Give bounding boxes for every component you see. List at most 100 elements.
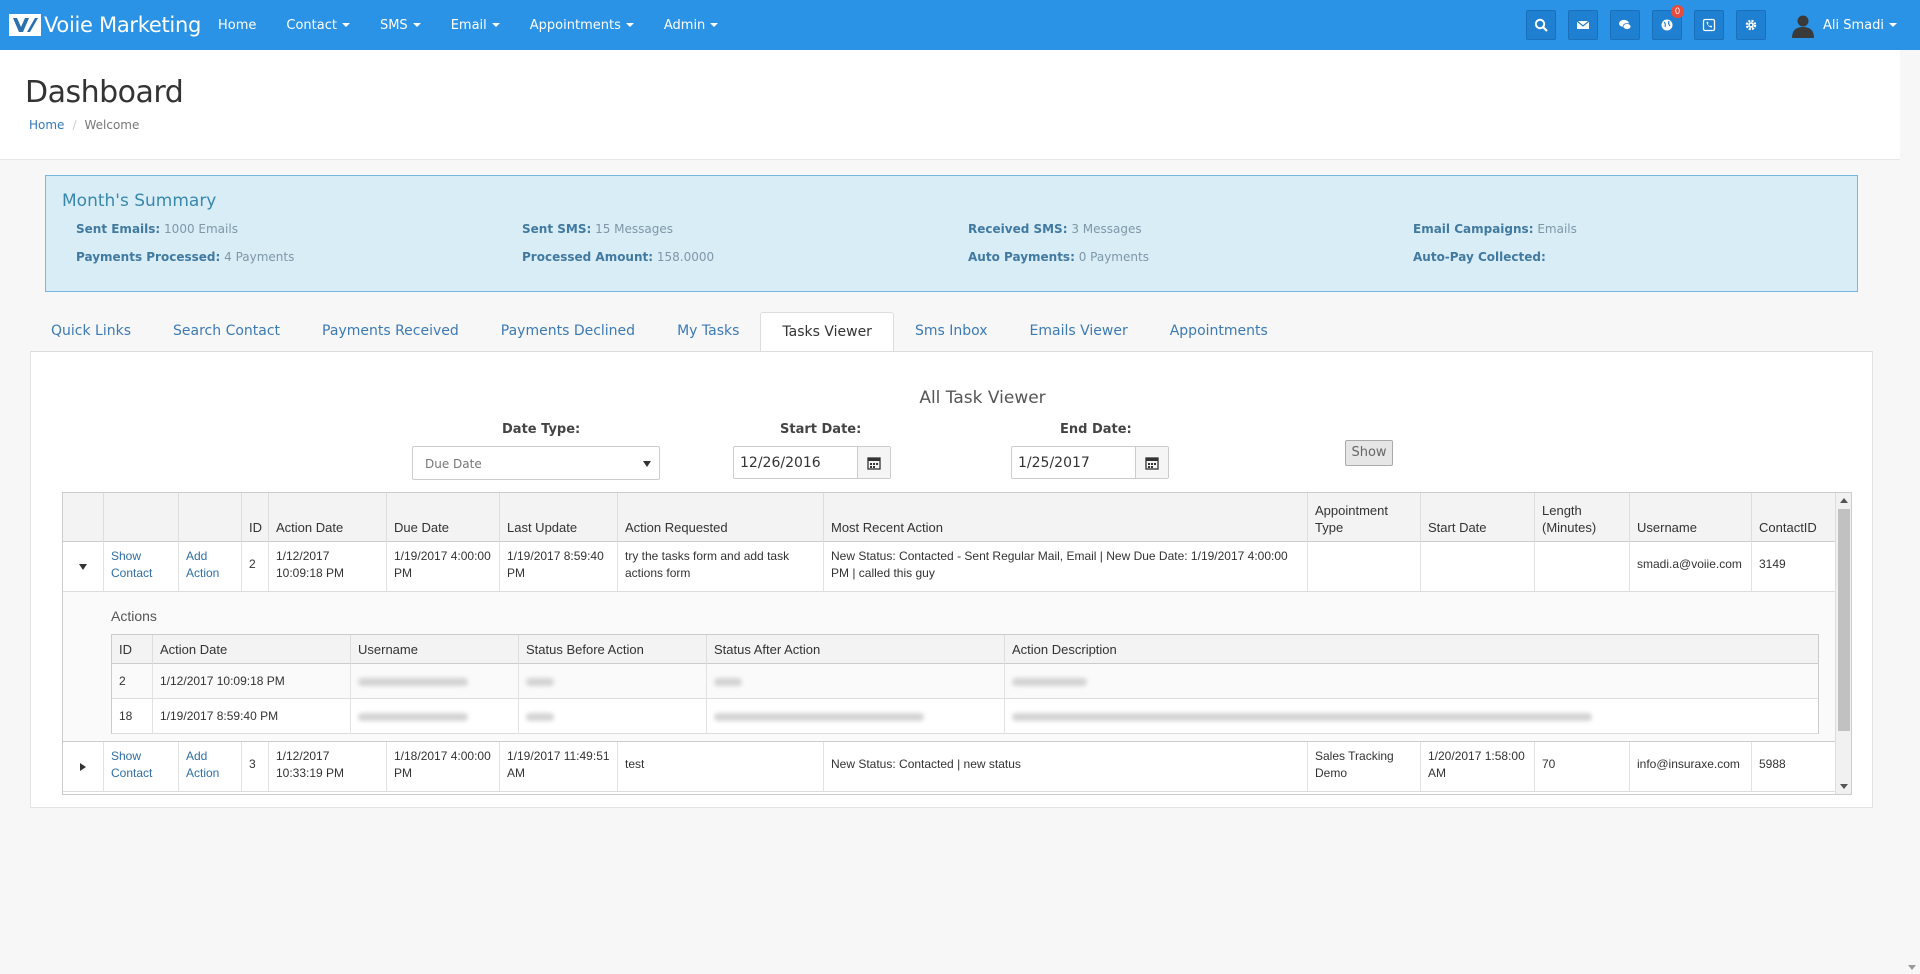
phone-icon xyxy=(1702,18,1716,32)
add-action-link[interactable]: Add Action xyxy=(186,549,219,580)
tab-my-tasks[interactable]: My Tasks xyxy=(656,312,760,352)
scroll-down-icon[interactable] xyxy=(1840,784,1848,789)
grid-header: ID Action Date Due Date Last Update Acti… xyxy=(63,493,1835,542)
cell-action-date: 1/12/2017 10:09:18 PM xyxy=(269,542,387,591)
tab-emails-viewer[interactable]: Emails Viewer xyxy=(1009,312,1149,352)
subheader-username[interactable]: Username xyxy=(351,635,519,664)
nav-home[interactable]: Home xyxy=(218,18,256,33)
caret-down-icon xyxy=(79,563,87,570)
brand[interactable]: Voiie Marketing xyxy=(9,8,201,42)
start-date-calendar-button[interactable] xyxy=(858,447,890,478)
table-row: Show Contact Add Action 3 1/12/2017 10:3… xyxy=(63,742,1835,792)
caret-right-icon xyxy=(80,762,86,771)
nav-icon-bar: 0 xyxy=(1526,5,1778,40)
page-scrollbar[interactable] xyxy=(1903,50,1920,974)
gear-icon xyxy=(1745,19,1757,31)
cell-id: 2 xyxy=(242,542,269,591)
table-row: Show Contact Add Action 2 1/12/2017 10:0… xyxy=(63,542,1835,592)
envelope-icon xyxy=(1576,20,1590,29)
header-username[interactable]: Username xyxy=(1630,493,1752,542)
tab-quick-links[interactable]: Quick Links xyxy=(30,312,152,352)
header-length[interactable]: Length (Minutes) xyxy=(1535,493,1630,542)
chevron-down-icon xyxy=(643,461,651,467)
subcell-description-redacted xyxy=(1005,699,1818,734)
cell-username: smadi.a@voiie.com xyxy=(1630,542,1752,591)
tab-search-contact[interactable]: Search Contact xyxy=(152,312,301,352)
row-expander[interactable] xyxy=(63,742,104,791)
cell-appointment-type xyxy=(1308,542,1421,591)
subcell-status-before-redacted xyxy=(519,664,707,699)
caret-down-icon xyxy=(710,23,719,27)
subheader-action-date[interactable]: Action Date xyxy=(153,635,351,664)
cell-due-date: 1/18/2017 4:00:00 PM xyxy=(387,742,500,791)
subcell-action-date: 1/19/2017 8:59:40 PM xyxy=(153,699,351,734)
header-contact-id[interactable]: ContactID xyxy=(1752,493,1835,542)
grid-scroll-thumb[interactable] xyxy=(1838,509,1850,731)
show-contact-link[interactable]: Show Contact xyxy=(111,549,152,580)
subheader-action-description[interactable]: Action Description xyxy=(1005,635,1818,664)
cell-length: 70 xyxy=(1535,742,1630,791)
nav-sms[interactable]: SMS xyxy=(380,18,421,33)
breadcrumb-separator: / xyxy=(72,118,77,132)
subcell-description-redacted xyxy=(1005,664,1818,699)
search-button[interactable] xyxy=(1526,10,1556,40)
scroll-up-icon[interactable] xyxy=(1840,498,1848,503)
notifications-button[interactable]: 0 xyxy=(1652,5,1684,40)
add-action-link[interactable]: Add Action xyxy=(186,749,219,780)
tab-sms-inbox[interactable]: Sms Inbox xyxy=(894,312,1009,352)
scroll-down-icon[interactable] xyxy=(1908,965,1916,970)
settings-button[interactable] xyxy=(1736,10,1766,40)
cell-last-update: 1/19/2017 8:59:40 PM xyxy=(500,542,618,591)
subcell-action-date: 1/12/2017 10:09:18 PM xyxy=(153,664,351,699)
start-date-input[interactable]: 12/26/2016 xyxy=(734,447,858,478)
subheader-status-before[interactable]: Status Before Action xyxy=(519,635,707,664)
subcell-username-redacted xyxy=(351,664,519,699)
globe-icon xyxy=(1661,19,1673,31)
actions-subgrid: ID Action Date Username Status Before Ac… xyxy=(111,634,1819,734)
show-contact-link[interactable]: Show Contact xyxy=(111,749,152,780)
header-add-action xyxy=(179,493,242,542)
tab-tasks-viewer[interactable]: Tasks Viewer xyxy=(760,312,894,352)
nav-email[interactable]: Email xyxy=(451,18,500,33)
nav-admin[interactable]: Admin xyxy=(664,18,719,33)
header-action-date[interactable]: Action Date xyxy=(269,493,387,542)
breadcrumb: Home / Welcome xyxy=(29,118,139,132)
nav-contact[interactable]: Contact xyxy=(286,18,350,33)
phone-button[interactable] xyxy=(1694,10,1724,40)
show-button[interactable]: Show xyxy=(1345,440,1393,466)
tab-payments-declined[interactable]: Payments Declined xyxy=(480,312,656,352)
cell-most-recent-action: New Status: Contacted | new status xyxy=(824,742,1308,791)
end-date-calendar-button[interactable] xyxy=(1136,447,1168,478)
end-date-input[interactable]: 1/25/2017 xyxy=(1012,447,1136,478)
tab-payments-received[interactable]: Payments Received xyxy=(301,312,480,352)
header-appointment-type[interactable]: Appointment Type xyxy=(1308,493,1421,542)
subheader-id[interactable]: ID xyxy=(112,635,153,664)
grid-scrollbar[interactable] xyxy=(1835,493,1851,794)
caret-down-icon xyxy=(625,23,634,27)
brand-logo-icon xyxy=(9,14,41,36)
cell-contact-id: 3149 xyxy=(1759,557,1786,571)
header-start-date[interactable]: Start Date xyxy=(1421,493,1535,542)
user-name: Ali Smadi xyxy=(1823,17,1884,33)
breadcrumb-home[interactable]: Home xyxy=(29,118,64,132)
subcell-username-redacted xyxy=(351,699,519,734)
row-detail-actions: Actions ID Action Date Username Status B… xyxy=(63,592,1835,742)
cell-most-recent-action: New Status: Contacted - Sent Regular Mai… xyxy=(824,542,1308,591)
date-type-select[interactable]: Due Date xyxy=(412,446,660,480)
notification-badge: 0 xyxy=(1671,5,1684,18)
header-last-update[interactable]: Last Update xyxy=(500,493,618,542)
caret-down-icon xyxy=(1889,23,1897,27)
row-expander[interactable] xyxy=(63,542,104,591)
tab-appointments[interactable]: Appointments xyxy=(1149,312,1289,352)
subheader-status-after[interactable]: Status After Action xyxy=(707,635,1005,664)
chat-button[interactable] xyxy=(1610,10,1640,40)
summary-email-campaigns: Email Campaigns: Emails xyxy=(1413,222,1577,236)
user-menu[interactable]: Ali Smadi xyxy=(1790,12,1897,38)
nav-appointments[interactable]: Appointments xyxy=(530,18,634,33)
email-button[interactable] xyxy=(1568,10,1598,40)
date-type-label: Date Type: xyxy=(502,422,581,437)
header-id[interactable]: ID xyxy=(242,493,269,542)
header-action-requested[interactable]: Action Requested xyxy=(618,493,824,542)
header-most-recent-action[interactable]: Most Recent Action xyxy=(824,493,1308,542)
header-due-date[interactable]: Due Date xyxy=(387,493,500,542)
